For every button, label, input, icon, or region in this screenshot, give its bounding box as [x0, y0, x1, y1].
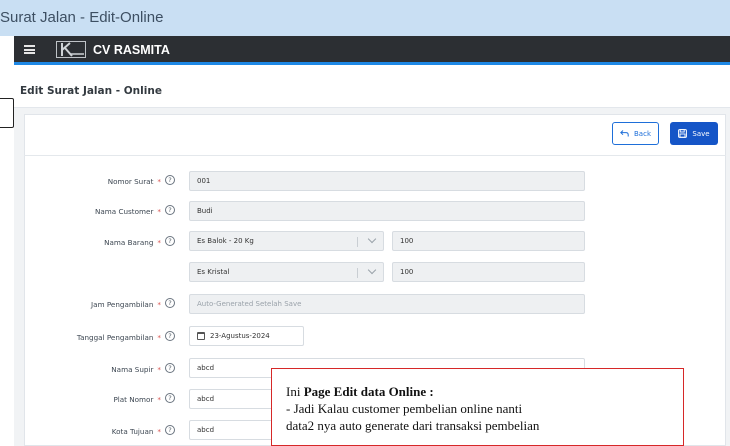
annotation-note: Ini Page Edit data Online : - Jadi Kalau…	[271, 368, 684, 446]
menu-icon[interactable]	[24, 45, 35, 54]
label-nama-supir: Nama Supir *	[111, 365, 161, 374]
label-plat-nomor: Plat Nomor *	[113, 395, 161, 404]
page-title: Edit Surat Jalan - Online	[20, 85, 162, 97]
label-nama-customer: Nama Customer *	[95, 207, 161, 216]
help-icon[interactable]: ?	[165, 393, 175, 403]
help-icon[interactable]: ?	[165, 175, 175, 185]
help-icon[interactable]: ?	[165, 298, 175, 308]
note-line-2: - Jadi Kalau customer pembelian online n…	[286, 401, 523, 416]
label-kota-tujuan: Kota Tujuan *	[111, 427, 161, 436]
label-nama-barang: Nama Barang *	[104, 238, 161, 247]
calendar-icon[interactable]	[197, 332, 205, 340]
help-icon[interactable]: ?	[165, 425, 175, 435]
label-jam-pengambilan: Jam Pengambilan *	[91, 300, 161, 309]
jam-pengambilan-field[interactable]: Auto-Generated Setelah Save	[189, 294, 585, 314]
save-icon	[678, 129, 688, 138]
note-line-3: data2 nya auto generate dari transaksi p…	[286, 418, 540, 433]
select-separator	[357, 268, 358, 278]
window-titlebar: Surat Jalan - Edit-Online	[0, 0, 730, 36]
help-icon[interactable]: ?	[165, 205, 175, 215]
back-arrow-icon	[620, 130, 629, 137]
app-bar: CV RASMITA	[14, 36, 730, 65]
nama-barang-select-2[interactable]: Es Kristal	[189, 262, 384, 282]
tanggal-pengambilan-field[interactable]: 23-Agustus-2024	[189, 326, 304, 346]
label-tanggal-pengambilan: Tanggal Pengambilan *	[76, 333, 161, 342]
help-icon[interactable]: ?	[165, 363, 175, 373]
nomor-surat-field[interactable]: 001	[189, 171, 585, 191]
page-header: Edit Surat Jalan - Online	[14, 68, 730, 108]
back-button-label: Back	[634, 129, 651, 138]
note-line-1: Ini Page Edit data Online :	[286, 384, 434, 399]
qty-field-2[interactable]: 100	[392, 262, 585, 282]
sidebar-edge	[0, 98, 14, 128]
help-icon[interactable]: ?	[165, 331, 175, 341]
save-button[interactable]: Save	[670, 122, 718, 145]
save-button-label: Save	[692, 129, 710, 138]
window-title: Surat Jalan - Edit-Online	[0, 9, 164, 26]
nama-barang-select-1[interactable]: Es Balok - 20 Kg	[189, 231, 384, 251]
label-nomor-surat: Nomor Surat *	[107, 177, 161, 186]
brand-name: CV RASMITA	[93, 43, 170, 57]
qty-field-1[interactable]: 100	[392, 231, 585, 251]
select-separator	[357, 237, 358, 247]
help-icon[interactable]: ?	[165, 236, 175, 246]
nama-customer-field[interactable]: Budi	[189, 201, 585, 221]
company-logo	[56, 41, 86, 58]
toolbar-divider	[24, 155, 726, 156]
back-button[interactable]: Back	[612, 122, 659, 145]
